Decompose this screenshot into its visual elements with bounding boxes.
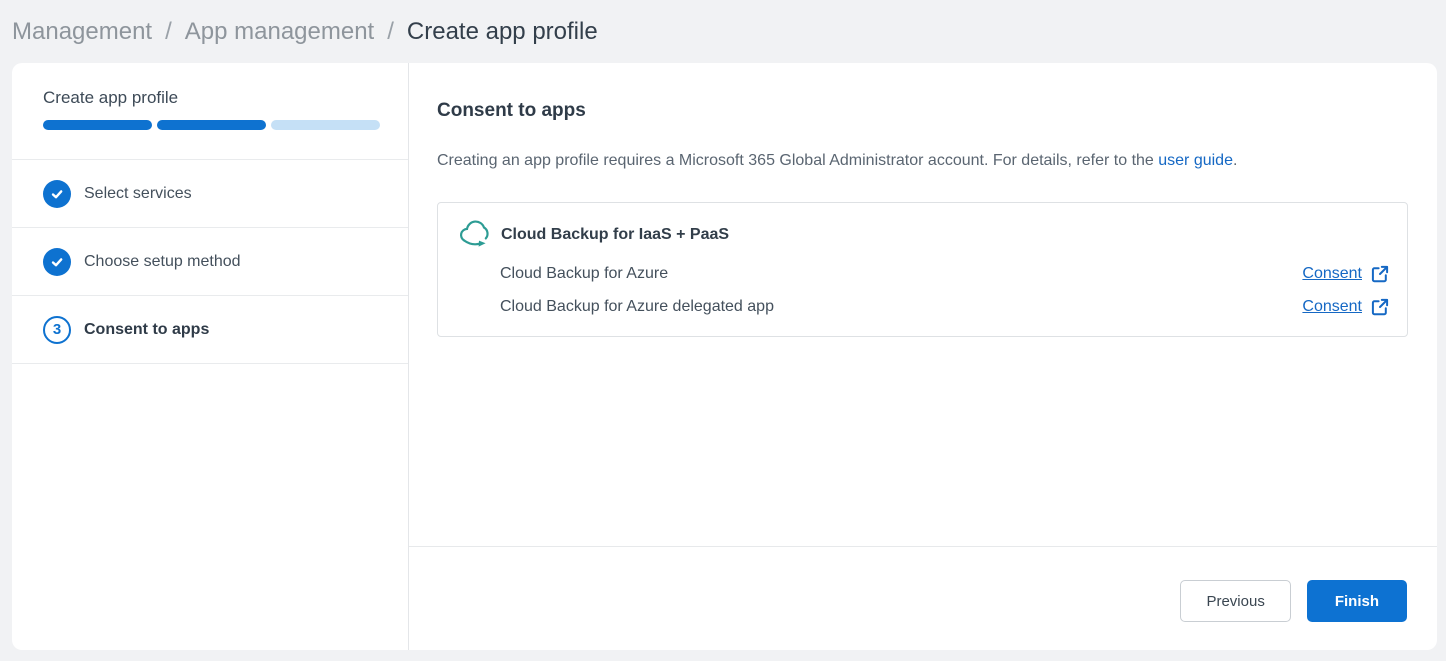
- breadcrumb: Management / App management / Create app…: [0, 0, 1446, 63]
- footer-actions: Previous Finish: [409, 546, 1437, 650]
- wizard-header: Create app profile: [12, 63, 408, 160]
- finish-button[interactable]: Finish: [1307, 580, 1407, 622]
- wizard-sidebar: Create app profile Select services: [12, 63, 409, 650]
- app-label: Cloud Backup for Azure: [500, 265, 668, 283]
- progress-segment-completed: [157, 120, 266, 130]
- wizard-title: Create app profile: [43, 88, 408, 108]
- progress-bar: [43, 120, 380, 130]
- step-completed-check-icon: [43, 248, 71, 276]
- cloud-backup-icon: [457, 220, 493, 250]
- external-link-icon: [1371, 265, 1389, 283]
- consent-link-azure-delegated[interactable]: Consent: [1302, 298, 1389, 316]
- consent-link-azure[interactable]: Consent: [1302, 265, 1389, 283]
- card-title-row: Cloud Backup for IaaS + PaaS: [457, 220, 1389, 250]
- main-content: Consent to apps Creating an app profile …: [409, 63, 1437, 650]
- breadcrumb-management[interactable]: Management: [12, 18, 152, 46]
- user-guide-link[interactable]: user guide: [1158, 152, 1233, 169]
- step-select-services[interactable]: Select services: [12, 160, 408, 228]
- consent-row-azure: Cloud Backup for Azure Consent: [457, 265, 1389, 283]
- step-label: Consent to apps: [84, 321, 209, 339]
- description-text: Creating an app profile requires a Micro…: [437, 152, 1158, 169]
- card-title: Cloud Backup for IaaS + PaaS: [501, 226, 729, 244]
- step-label: Choose setup method: [84, 253, 241, 271]
- step-number-badge: 3: [43, 316, 71, 344]
- consent-step-content: Consent to apps Creating an app profile …: [409, 63, 1437, 546]
- step-choose-setup-method[interactable]: Choose setup method: [12, 228, 408, 296]
- consent-link-label: Consent: [1302, 298, 1362, 316]
- step-consent-to-apps[interactable]: 3 Consent to apps: [12, 296, 408, 364]
- page: Management / App management / Create app…: [0, 0, 1446, 661]
- breadcrumb-separator: /: [387, 18, 394, 46]
- step-label: Select services: [84, 185, 192, 203]
- page-title: Consent to apps: [437, 100, 1408, 122]
- description: Creating an app profile requires a Micro…: [437, 150, 1408, 172]
- breadcrumb-separator: /: [165, 18, 172, 46]
- app-label: Cloud Backup for Azure delegated app: [500, 298, 774, 316]
- previous-button[interactable]: Previous: [1180, 580, 1290, 622]
- step-completed-check-icon: [43, 180, 71, 208]
- consent-card: Cloud Backup for IaaS + PaaS Cloud Backu…: [437, 202, 1408, 337]
- progress-segment-pending: [271, 120, 380, 130]
- progress-segment-completed: [43, 120, 152, 130]
- consent-link-label: Consent: [1302, 265, 1362, 283]
- breadcrumb-app-management[interactable]: App management: [185, 18, 374, 46]
- external-link-icon: [1371, 298, 1389, 316]
- breadcrumb-current-page: Create app profile: [407, 18, 598, 46]
- description-text: .: [1233, 152, 1237, 169]
- wizard-panel: Create app profile Select services: [12, 63, 1437, 650]
- consent-row-azure-delegated: Cloud Backup for Azure delegated app Con…: [457, 298, 1389, 316]
